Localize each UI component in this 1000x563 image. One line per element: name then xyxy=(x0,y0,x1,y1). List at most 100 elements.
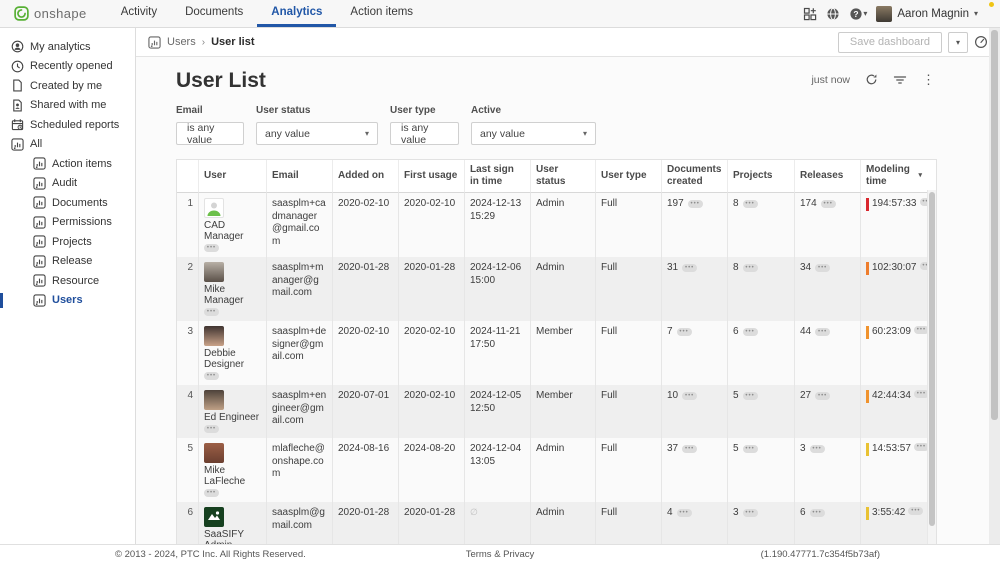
drill-menu-pill[interactable]: ••• xyxy=(815,328,830,336)
sidebar-item-resource[interactable]: Resource xyxy=(0,271,135,291)
sidebar-item-shared-with-me[interactable]: Shared with me xyxy=(0,96,135,116)
drill-menu-pill[interactable]: ••• xyxy=(682,392,697,400)
nav-tab-analytics[interactable]: Analytics xyxy=(257,0,336,27)
sidebar-item-my-analytics[interactable]: My analytics xyxy=(0,37,135,57)
sidebar-item-created-by-me[interactable]: Created by me xyxy=(0,76,135,96)
sidebar-item-label: Audit xyxy=(52,177,77,189)
filter-active-control[interactable]: any value▾ xyxy=(471,122,596,145)
refresh-icon[interactable] xyxy=(865,73,878,86)
drill-menu-pill[interactable]: ••• xyxy=(682,445,697,453)
user-cell[interactable]: SaaSIFY Admin••• xyxy=(199,502,267,544)
sidebar-item-release[interactable]: Release xyxy=(0,252,135,272)
drill-menu-pill[interactable]: ••• xyxy=(677,328,692,336)
documents-created-cell: 7••• xyxy=(662,321,728,385)
sidebar-item-projects[interactable]: Projects xyxy=(0,232,135,252)
drill-menu-pill[interactable]: ••• xyxy=(204,308,219,316)
page-scrollbar-thumb[interactable] xyxy=(991,30,998,420)
nav-tab-action-items[interactable]: Action items xyxy=(336,0,427,27)
filter-user-status-control[interactable]: any value▾ xyxy=(256,122,378,145)
help-menu[interactable]: ? ▾ xyxy=(849,7,867,21)
drill-menu-pill[interactable]: ••• xyxy=(743,328,758,336)
onshape-logo[interactable]: onshape xyxy=(8,0,93,27)
column-header-documents-created[interactable]: Documents created xyxy=(662,160,728,193)
drill-menu-pill[interactable]: ••• xyxy=(821,200,836,208)
table-row: 5Mike LaFleche•••mlafleche@onshape.com20… xyxy=(177,438,927,502)
sidebar-item-label: Users xyxy=(52,294,83,306)
filter-email-control[interactable]: is any value xyxy=(176,122,244,145)
sidebar-item-recently-opened[interactable]: Recently opened xyxy=(0,57,135,77)
sidebar-item-scheduled-reports[interactable]: Scheduled reports xyxy=(0,115,135,135)
releases-cell: 174••• xyxy=(795,193,861,257)
globe-icon[interactable] xyxy=(826,7,840,21)
sidebar-item-action-items[interactable]: Action items xyxy=(0,154,135,174)
table-vertical-scrollbar[interactable] xyxy=(927,190,936,544)
dashboard-controls: just now ⋮ xyxy=(811,69,935,86)
nav-tab-activity[interactable]: Activity xyxy=(107,0,171,27)
sidebar-item-permissions[interactable]: Permissions xyxy=(0,213,135,233)
user-cell[interactable]: CAD Manager••• xyxy=(199,193,267,257)
drill-menu-pill[interactable]: ••• xyxy=(908,507,923,515)
drill-menu-pill[interactable]: ••• xyxy=(688,200,703,208)
drill-menu-pill[interactable]: ••• xyxy=(682,264,697,272)
column-header-projects[interactable]: Projects xyxy=(728,160,795,193)
email-cell: mlafleche@onshape.com xyxy=(267,438,333,502)
drill-menu-pill[interactable]: ••• xyxy=(815,392,830,400)
first-usage-cell: 2020-01-28 xyxy=(399,502,465,544)
drill-menu-pill[interactable]: ••• xyxy=(815,264,830,272)
added-on-cell: 2020-01-28 xyxy=(333,257,399,321)
metric-value: 37 xyxy=(667,443,678,456)
projects-cell: 5••• xyxy=(728,438,795,502)
email-cell: saasplm+cadmanager@gmail.com xyxy=(267,193,333,257)
table-vertical-scrollbar-thumb[interactable] xyxy=(929,192,935,526)
drill-menu-pill[interactable]: ••• xyxy=(204,489,219,497)
kebab-menu-icon[interactable]: ⋮ xyxy=(922,73,935,86)
sidebar-item-users[interactable]: Users xyxy=(0,291,135,311)
breadcrumb-parent[interactable]: Users xyxy=(167,36,196,48)
sidebar-item-all[interactable]: All xyxy=(0,135,135,155)
user-cell[interactable]: Ed Engineer••• xyxy=(199,385,267,438)
column-header-email[interactable]: Email xyxy=(267,160,333,193)
modeling-time-bar xyxy=(866,443,869,456)
page-scrollbar[interactable] xyxy=(989,28,1000,544)
sidebar-item-label: Permissions xyxy=(52,216,112,228)
terms-privacy-link[interactable]: Terms & Privacy xyxy=(466,549,535,560)
apps-grid-icon[interactable] xyxy=(803,7,817,21)
column-header-user-type[interactable]: User type xyxy=(596,160,662,193)
filter-icon[interactable] xyxy=(893,74,907,86)
save-dashboard-button[interactable]: Save dashboard xyxy=(838,32,942,53)
sidebar-item-audit[interactable]: Audit xyxy=(0,174,135,194)
drill-menu-pill[interactable]: ••• xyxy=(743,509,758,517)
drill-menu-pill[interactable]: ••• xyxy=(743,200,758,208)
first-usage-cell: 2020-02-10 xyxy=(399,193,465,257)
clock-status-icon[interactable] xyxy=(974,35,988,49)
user-type-cell: Full xyxy=(596,438,662,502)
drill-menu-pill[interactable]: ••• xyxy=(204,425,219,433)
filter-user-type-control[interactable]: is any value xyxy=(390,122,459,145)
user-cell[interactable]: Mike LaFleche••• xyxy=(199,438,267,502)
user-name-text: SaaSIFY Admin xyxy=(204,529,261,544)
drill-menu-pill[interactable]: ••• xyxy=(743,392,758,400)
drill-menu-pill[interactable]: ••• xyxy=(743,445,758,453)
drill-menu-pill[interactable]: ••• xyxy=(810,445,825,453)
drill-menu-pill[interactable]: ••• xyxy=(677,509,692,517)
modeling-time-value: 42:44:34 xyxy=(872,390,911,403)
sidebar-item-documents[interactable]: Documents xyxy=(0,193,135,213)
save-dashboard-caret-button[interactable]: ▾ xyxy=(948,32,968,53)
user-menu[interactable]: Aaron Magnin ▾ xyxy=(876,6,978,22)
person-circle-icon xyxy=(11,40,24,53)
drill-menu-pill[interactable]: ••• xyxy=(743,264,758,272)
user-cell[interactable]: Mike Manager••• xyxy=(199,257,267,321)
column-header-label: Documents created xyxy=(667,164,722,188)
user-cell[interactable]: Debbie Designer••• xyxy=(199,321,267,385)
drill-menu-pill[interactable]: ••• xyxy=(204,372,219,380)
column-header-releases[interactable]: Releases xyxy=(795,160,861,193)
column-header-user-status[interactable]: User status xyxy=(531,160,596,193)
column-header-modeling-time[interactable]: Modeling time▾ xyxy=(861,160,927,193)
nav-tab-documents[interactable]: Documents xyxy=(171,0,257,27)
drill-menu-pill[interactable]: ••• xyxy=(810,509,825,517)
drill-menu-pill[interactable]: ••• xyxy=(204,244,219,252)
column-header-added-on[interactable]: Added on xyxy=(333,160,399,193)
column-header-first-usage[interactable]: First usage xyxy=(399,160,465,193)
column-header-user[interactable]: User xyxy=(199,160,267,193)
column-header-last-sign-in-time[interactable]: Last sign in time xyxy=(465,160,531,193)
